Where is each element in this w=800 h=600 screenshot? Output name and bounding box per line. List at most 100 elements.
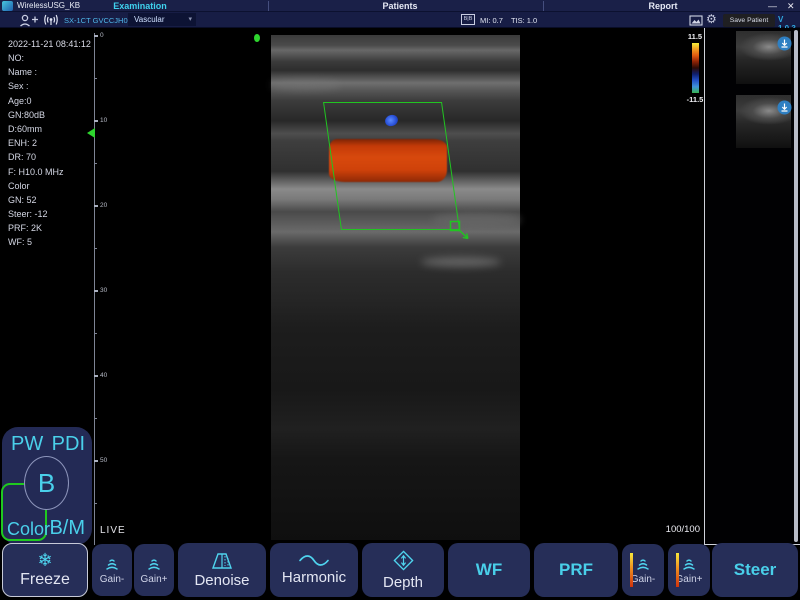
exam-preset-select[interactable]: Vascular ▾ <box>128 13 196 26</box>
ruler-tick-minor <box>94 333 97 334</box>
device-id: SX-1CT GVCCJH034 <box>64 16 136 25</box>
b-gain-plus-button[interactable]: Gain+ <box>134 544 174 596</box>
exam-datetime: 2022-11-21 08:41:12 <box>8 39 91 49</box>
harmonic-button[interactable]: Harmonic <box>270 543 358 597</box>
gear-icon[interactable]: ⚙ <box>706 12 717 26</box>
ruler-tick-minor <box>94 78 97 79</box>
tab-report[interactable]: Report <box>583 0 743 12</box>
gain-waves-icon <box>102 556 122 572</box>
tab-examination[interactable]: Examination <box>60 0 220 12</box>
focus-marker-icon[interactable] <box>87 128 95 138</box>
tissue-streak <box>271 80 341 90</box>
mode-pw-button[interactable]: PW <box>11 433 43 456</box>
add-patient-icon[interactable] <box>18 13 40 28</box>
ruler-tick-minor <box>94 418 97 419</box>
tab-divider <box>268 1 269 11</box>
ruler-tick <box>94 290 98 292</box>
download-icon[interactable] <box>777 36 792 51</box>
param-line: Age:0 <box>8 96 64 110</box>
tab-patients[interactable]: Patients <box>320 0 480 12</box>
minimize-button[interactable]: — <box>768 1 777 11</box>
app-icon <box>2 1 13 11</box>
param-line: NO: <box>8 53 64 67</box>
color-roi-box[interactable] <box>323 102 460 230</box>
preset-value: Vascular <box>134 15 165 24</box>
wave-icon <box>297 554 331 567</box>
ruler-tick-label: 10 <box>100 117 107 124</box>
mode-pdi-button[interactable]: PDI <box>52 433 85 456</box>
wf-button[interactable]: WF <box>448 543 530 597</box>
param-line: Sex : <box>8 81 64 95</box>
thumbnail-panel <box>704 28 800 545</box>
main-display: 2022-11-21 08:41:12 NO:Name :Sex :Age:0G… <box>0 28 800 545</box>
steer-button[interactable]: Steer <box>712 543 798 597</box>
param-line: D:60mm <box>8 124 64 138</box>
gain-gradient-bar <box>676 553 679 587</box>
param-line: Name : <box>8 67 64 81</box>
depth-ruler <box>94 33 95 545</box>
ruler-tick-label: 0 <box>100 32 104 39</box>
tis-value: TIS: 1.0 <box>511 16 537 25</box>
dual-image-icon[interactable]: B|B <box>461 14 475 25</box>
color-gain-plus-button[interactable]: Gain+ <box>668 544 710 596</box>
denoise-button[interactable]: Denoise <box>178 543 266 597</box>
ruler-tick <box>94 375 98 377</box>
ruler-tick-label: 50 <box>100 457 107 464</box>
gain-waves-icon <box>679 556 699 572</box>
param-line: PRF: 2K <box>8 223 64 237</box>
tab-divider <box>543 1 544 11</box>
download-icon[interactable] <box>777 100 792 115</box>
mode-bm-button[interactable]: B/M <box>49 517 85 540</box>
snowflake-icon: ❄ <box>37 551 52 569</box>
roi-resize-handle[interactable] <box>449 220 475 244</box>
gain-gradient-bar <box>630 553 633 587</box>
ruler-tick-minor <box>94 163 97 164</box>
control-bar: ❄ Freeze Gain- Gain+ Denoise <box>0 540 800 600</box>
ruler-tick <box>94 460 98 462</box>
probe-signal-icon <box>42 13 60 28</box>
ruler-tick-label: 30 <box>100 287 107 294</box>
toolbar: SX-1CT GVCCJH034 Vascular ▾ B|B MI: 0.7 T… <box>0 12 800 28</box>
orientation-marker <box>254 34 260 42</box>
param-line: DR: 70 <box>8 152 64 166</box>
colorbar-gradient <box>692 43 699 93</box>
param-line: ENH: 2 <box>8 138 64 152</box>
b-gain-minus-button[interactable]: Gain- <box>92 544 132 596</box>
color-gain-minus-button[interactable]: Gain- <box>622 544 664 596</box>
prf-button[interactable]: PRF <box>534 543 618 597</box>
mode-color-button[interactable]: Color <box>7 519 50 540</box>
tissue-streak <box>421 257 501 267</box>
param-line: GN:80dB <box>8 110 64 124</box>
freeze-button[interactable]: ❄ Freeze <box>2 543 88 597</box>
ruler-tick-minor <box>94 503 97 504</box>
param-line: WF: 5 <box>8 237 64 251</box>
ruler-tick <box>94 120 98 122</box>
ruler-tick-minor <box>94 248 97 249</box>
param-line: Steer: -12 <box>8 209 64 223</box>
depth-button[interactable]: Depth <box>362 543 444 597</box>
live-status: LIVE <box>100 525 126 536</box>
ruler-tick-label: 40 <box>100 372 107 379</box>
wireless-usg-app: WirelessUSG_KB Examination Patients Repo… <box>0 0 800 600</box>
title-bar: WirelessUSG_KB Examination Patients Repo… <box>0 0 800 12</box>
param-line: Color <box>8 181 64 195</box>
mi-value: MI: 0.7 <box>480 16 503 25</box>
mode-selector-pad: PW PDI Color B/M B <box>2 427 92 545</box>
close-button[interactable]: ✕ <box>787 1 795 12</box>
caret-down-icon: ▾ <box>188 13 192 26</box>
gain-waves-icon <box>633 556 653 572</box>
gain-waves-icon <box>144 556 164 572</box>
thumbnail-scrollbar[interactable] <box>794 30 798 542</box>
parameter-list: NO:Name :Sex :Age:0GN:80dBD:60mmENH: 2DR… <box>8 53 64 252</box>
param-line: F: H10.0 MHz <box>8 167 64 181</box>
depth-diamond-icon <box>392 549 415 572</box>
param-line: GN: 52 <box>8 195 64 209</box>
frame-counter: 100/100 <box>658 524 700 535</box>
mode-b-button[interactable]: B <box>24 456 69 510</box>
save-patient-data-button[interactable]: Save Patient Data <box>723 14 775 27</box>
export-image-icon[interactable] <box>689 15 703 26</box>
probe-fan-icon <box>208 552 236 570</box>
ruler-tick-label: 20 <box>100 202 107 209</box>
ruler-tick <box>94 35 98 37</box>
ruler-tick <box>94 205 98 207</box>
